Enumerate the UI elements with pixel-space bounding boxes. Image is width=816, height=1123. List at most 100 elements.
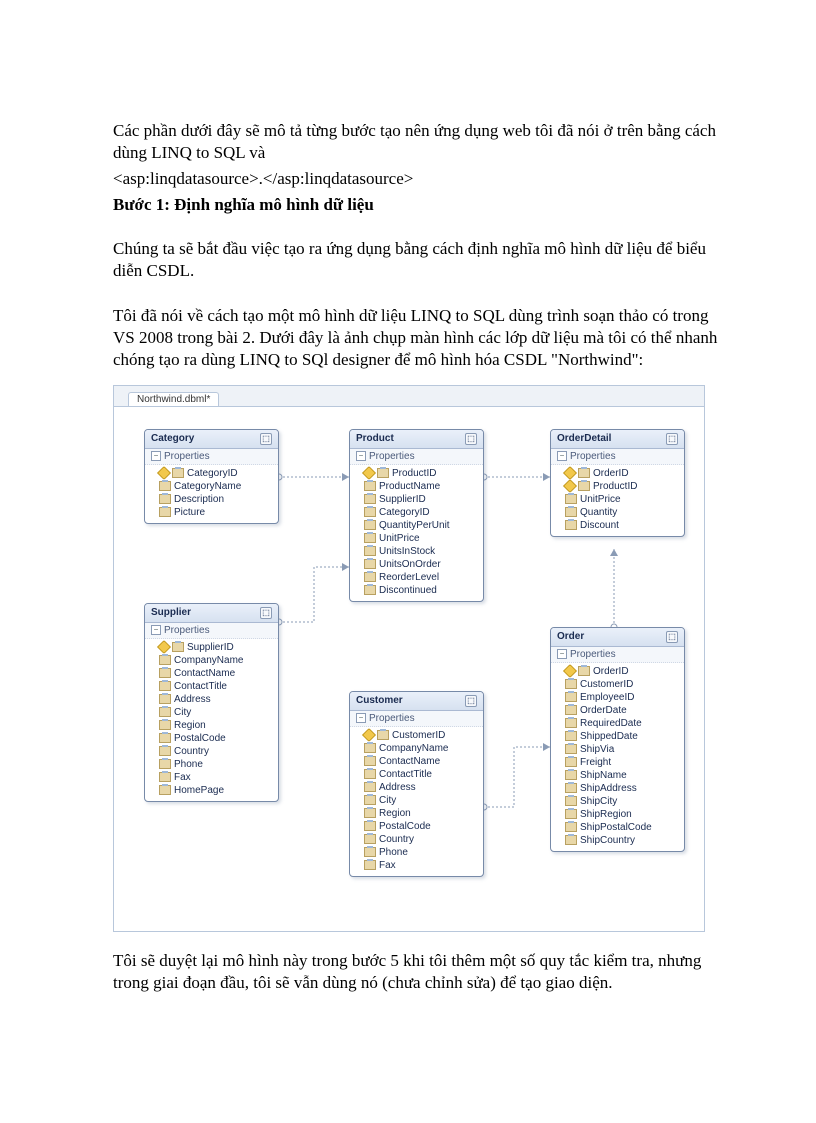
property-row: ShipCountry xyxy=(565,834,680,847)
property-name: CategoryID xyxy=(379,507,430,518)
column-icon xyxy=(565,520,577,530)
property-row: SupplierID xyxy=(364,493,479,506)
column-icon xyxy=(364,585,376,595)
property-name: CompanyName xyxy=(379,743,448,754)
property-name: ContactName xyxy=(174,668,235,679)
pin-icon: ⬚ xyxy=(666,433,678,445)
property-name: ProductID xyxy=(593,481,637,492)
property-name: ShipVia xyxy=(580,744,614,755)
property-name: UnitsInStock xyxy=(379,546,435,557)
property-name: OrderID xyxy=(593,468,629,479)
property-name: PostalCode xyxy=(174,733,226,744)
property-name: Address xyxy=(379,782,416,793)
properties-section: − Properties xyxy=(551,449,684,465)
column-icon xyxy=(364,520,376,530)
entity-title: Supplier xyxy=(151,607,191,618)
column-icon xyxy=(159,759,171,769)
intro-para-1b: <asp:linqdatasource>.</asp:linqdatasourc… xyxy=(113,168,720,190)
key-icon xyxy=(157,466,171,480)
property-row: ContactTitle xyxy=(159,680,274,693)
column-icon xyxy=(565,679,577,689)
property-name: PostalCode xyxy=(379,821,431,832)
prop-list: CustomerIDCompanyNameContactNameContactT… xyxy=(350,727,483,876)
property-row: EmployeeID xyxy=(565,691,680,704)
column-icon xyxy=(364,821,376,831)
column-icon xyxy=(159,707,171,717)
property-name: ShipCity xyxy=(580,796,617,807)
property-row: CategoryName xyxy=(159,480,274,493)
property-row: UnitsInStock xyxy=(364,545,479,558)
properties-section: − Properties xyxy=(551,647,684,663)
collapse-icon: − xyxy=(557,451,567,461)
property-name: SupplierID xyxy=(187,642,234,653)
property-row: ShipVia xyxy=(565,743,680,756)
property-name: ShipCountry xyxy=(580,835,635,846)
property-row: ProductID xyxy=(565,480,680,493)
property-row: Region xyxy=(159,719,274,732)
column-icon xyxy=(578,468,590,478)
column-icon xyxy=(159,481,171,491)
column-icon xyxy=(565,757,577,767)
pin-icon: ⬚ xyxy=(260,607,272,619)
properties-section: − Properties xyxy=(145,449,278,465)
property-row: CompanyName xyxy=(159,654,274,667)
column-icon xyxy=(364,847,376,857)
property-name: Discontinued xyxy=(379,585,437,596)
property-row: OrderID xyxy=(565,665,680,678)
property-name: CategoryName xyxy=(174,481,241,492)
column-icon xyxy=(565,809,577,819)
property-name: EmployeeID xyxy=(580,692,634,703)
column-icon xyxy=(565,718,577,728)
column-icon xyxy=(565,783,577,793)
properties-section: − Properties xyxy=(350,711,483,727)
intro-para-1a: Các phần dưới đây sẽ mô tả từng bước tạo… xyxy=(113,120,720,164)
column-icon xyxy=(172,468,184,478)
property-name: ContactTitle xyxy=(174,681,227,692)
property-name: Fax xyxy=(174,772,191,783)
prop-list: OrderIDProductIDUnitPriceQuantityDiscoun… xyxy=(551,465,684,536)
column-icon xyxy=(159,668,171,678)
property-row: Country xyxy=(364,833,479,846)
column-icon xyxy=(364,860,376,870)
property-row: SupplierID xyxy=(159,641,274,654)
property-name: OrderDate xyxy=(580,705,627,716)
property-name: ProductName xyxy=(379,481,440,492)
column-icon xyxy=(364,572,376,582)
entity-title: Customer xyxy=(356,695,403,706)
column-icon xyxy=(578,481,590,491)
entity-order: Order ⬚ − Properties OrderIDCustomerIDEm… xyxy=(550,627,685,852)
property-name: Address xyxy=(174,694,211,705)
property-name: Picture xyxy=(174,507,205,518)
intro-para-2: Chúng ta sẽ bắt đầu việc tạo ra ứng dụng… xyxy=(113,238,720,282)
property-row: ShipRegion xyxy=(565,808,680,821)
properties-section: − Properties xyxy=(350,449,483,465)
property-row: Quantity xyxy=(565,506,680,519)
column-icon xyxy=(364,481,376,491)
column-icon xyxy=(159,507,171,517)
property-name: CategoryID xyxy=(187,468,238,479)
property-name: ShipRegion xyxy=(580,809,632,820)
property-name: Region xyxy=(379,808,411,819)
property-name: RequiredDate xyxy=(580,718,642,729)
property-name: OrderID xyxy=(593,666,629,677)
key-icon xyxy=(563,466,577,480)
column-icon xyxy=(377,468,389,478)
property-name: UnitsOnOrder xyxy=(379,559,441,570)
property-row: ProductName xyxy=(364,480,479,493)
entity-title: OrderDetail xyxy=(557,433,611,444)
column-icon xyxy=(159,494,171,504)
property-row: ShipCity xyxy=(565,795,680,808)
dbml-designer-screenshot: Northwind.dbml* xyxy=(113,385,705,932)
property-name: Fax xyxy=(379,860,396,871)
column-icon xyxy=(565,835,577,845)
collapse-icon: − xyxy=(356,713,366,723)
key-icon xyxy=(157,640,171,654)
column-icon xyxy=(565,770,577,780)
property-row: OrderDate xyxy=(565,704,680,717)
property-row: Address xyxy=(364,781,479,794)
property-row: ProductID xyxy=(364,467,479,480)
property-row: Picture xyxy=(159,506,274,519)
property-row: ContactTitle xyxy=(364,768,479,781)
column-icon xyxy=(377,730,389,740)
column-icon xyxy=(364,533,376,543)
